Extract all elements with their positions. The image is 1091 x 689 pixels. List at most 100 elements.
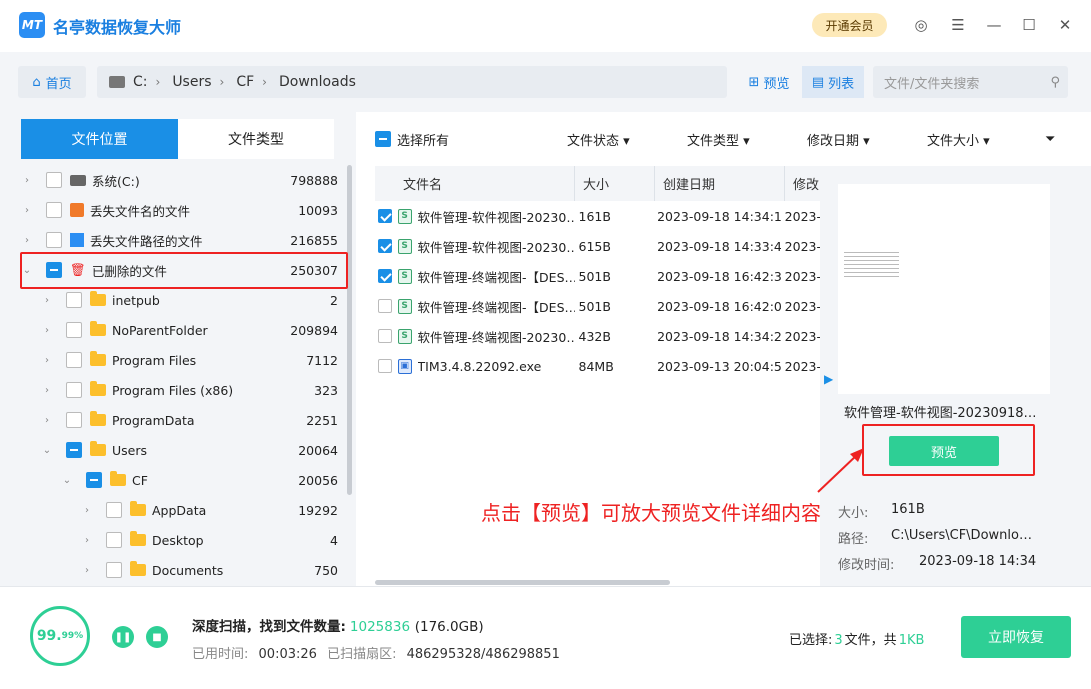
tree-item[interactable]: › 丢失文件路径的文件 216855 bbox=[20, 225, 350, 255]
select-all-label[interactable]: 选择所有 bbox=[397, 130, 449, 149]
tree-checkbox[interactable] bbox=[66, 412, 82, 428]
tree-checkbox[interactable] bbox=[66, 352, 82, 368]
tree-item[interactable]: › inetpub 2 bbox=[20, 285, 350, 315]
breadcrumb-item[interactable]: Downloads bbox=[279, 74, 356, 90]
maximize-icon[interactable]: ☐ bbox=[1018, 14, 1040, 36]
col-name[interactable]: 文件名 bbox=[375, 166, 575, 201]
preview-button[interactable]: 预览 bbox=[889, 436, 999, 466]
tree-item[interactable]: › AppData 19292 bbox=[20, 495, 350, 525]
breadcrumb[interactable]: C: › Users › CF › Downloads bbox=[97, 66, 727, 98]
tree-checkbox[interactable] bbox=[106, 502, 122, 518]
breadcrumb-item[interactable]: CF bbox=[236, 74, 254, 90]
tree-item-count: 10093 bbox=[298, 202, 338, 218]
row-checkbox[interactable] bbox=[378, 299, 392, 313]
tree-scrollbar[interactable] bbox=[347, 165, 352, 495]
folder-icon bbox=[130, 561, 146, 576]
chevron-right-icon[interactable]: › bbox=[80, 505, 94, 516]
chevron-down-icon[interactable]: ⌄ bbox=[40, 445, 54, 456]
funnel-icon[interactable]: ⏷ bbox=[1045, 132, 1055, 147]
chevron-right-icon[interactable]: › bbox=[80, 535, 94, 546]
tree-checkbox[interactable] bbox=[66, 382, 82, 398]
chevron-down-icon[interactable]: ⌄ bbox=[60, 475, 74, 486]
tree-checkbox[interactable] bbox=[86, 472, 102, 488]
filter-type[interactable]: 文件类型 ▾ bbox=[687, 130, 750, 149]
row-checkbox[interactable] bbox=[378, 209, 392, 223]
chevron-right-icon[interactable]: › bbox=[20, 205, 34, 216]
tree-checkbox[interactable] bbox=[46, 232, 62, 248]
col-modified[interactable]: 修改 bbox=[785, 166, 820, 201]
home-button[interactable]: ⌂ 首页 bbox=[18, 66, 86, 98]
chevron-right-icon[interactable]: › bbox=[20, 235, 34, 246]
table-row[interactable]: S 软件管理-软件视图-20230… 615B 2023-09-18 14:33… bbox=[375, 231, 820, 261]
support-icon[interactable]: ◎ bbox=[910, 14, 932, 36]
spreadsheet-icon: S bbox=[397, 328, 412, 344]
tree-item-label: Program Files bbox=[112, 352, 197, 368]
table-scrollbar[interactable] bbox=[375, 580, 670, 585]
col-size[interactable]: 大小 bbox=[575, 166, 655, 201]
tree-item[interactable]: › Program Files 7112 bbox=[20, 345, 350, 375]
select-all-checkbox[interactable] bbox=[375, 131, 391, 147]
chevron-right-icon[interactable]: › bbox=[40, 325, 54, 336]
file-created: 2023-09-13 20:04:50 bbox=[657, 358, 781, 374]
vip-button[interactable]: 开通会员 bbox=[812, 13, 887, 37]
close-icon[interactable]: ✕ bbox=[1054, 14, 1076, 36]
tree-checkbox[interactable] bbox=[106, 562, 122, 578]
pause-icon[interactable]: ❚❚ bbox=[112, 626, 134, 648]
tree-item-label: 丢失文件名的文件 bbox=[90, 203, 191, 219]
tree-checkbox[interactable] bbox=[66, 442, 82, 458]
chevron-right-icon[interactable]: › bbox=[20, 175, 34, 186]
breadcrumb-item[interactable]: C: bbox=[133, 74, 148, 90]
filter-date[interactable]: 修改日期 ▾ bbox=[807, 130, 870, 149]
table-row[interactable]: S 软件管理-软件视图-20230… 161B 2023-09-18 14:34… bbox=[375, 201, 820, 231]
breadcrumb-item[interactable]: Users bbox=[172, 74, 211, 90]
tab-file-location[interactable]: 文件位置 bbox=[21, 119, 178, 159]
search-input[interactable]: 文件/文件夹搜索 ⚲ bbox=[873, 66, 1068, 98]
chevron-right-icon[interactable]: › bbox=[40, 295, 54, 306]
list-view-button[interactable]: ▤ 列表 bbox=[802, 66, 864, 98]
minimize-icon[interactable]: — bbox=[983, 14, 1005, 36]
tree-checkbox[interactable] bbox=[66, 322, 82, 338]
tree-checkbox[interactable] bbox=[46, 202, 62, 218]
chevron-right-icon[interactable]: › bbox=[40, 355, 54, 366]
highlight-box bbox=[20, 252, 348, 289]
search-icon[interactable]: ⚲ bbox=[1050, 75, 1060, 90]
chevron-right-icon[interactable]: › bbox=[40, 415, 54, 426]
recover-button[interactable]: 立即恢复 bbox=[961, 616, 1071, 658]
row-checkbox[interactable] bbox=[378, 329, 392, 343]
tree-item-label: ProgramData bbox=[112, 412, 195, 428]
folder-icon bbox=[90, 321, 106, 336]
tab-file-type[interactable]: 文件类型 bbox=[178, 119, 334, 159]
tree-checkbox[interactable] bbox=[106, 532, 122, 548]
tree-item[interactable]: › NoParentFolder 209894 bbox=[20, 315, 350, 345]
filter-size[interactable]: 文件大小 ▾ bbox=[927, 130, 990, 149]
tree-item[interactable]: › ProgramData 2251 bbox=[20, 405, 350, 435]
tree-item-count: 7112 bbox=[306, 352, 338, 368]
tree-item[interactable]: › Program Files (x86) 323 bbox=[20, 375, 350, 405]
chevron-right-icon[interactable]: › bbox=[80, 565, 94, 576]
tree-checkbox[interactable] bbox=[46, 172, 62, 188]
preview-view-button[interactable]: ⊞ 预览 bbox=[738, 66, 800, 98]
tree-item[interactable]: ⌄ CF 20056 bbox=[20, 465, 350, 495]
row-checkbox[interactable] bbox=[378, 359, 392, 373]
chevron-right-icon[interactable]: › bbox=[40, 385, 54, 396]
table-row[interactable]: S 软件管理-终端视图-【DES… 501B 2023-09-18 16:42:… bbox=[375, 261, 820, 291]
table-row[interactable]: S 软件管理-终端视图-【DES… 501B 2023-09-18 16:42:… bbox=[375, 291, 820, 321]
row-checkbox[interactable] bbox=[378, 239, 392, 253]
tree-item[interactable]: › 系统(C:) 798888 bbox=[20, 165, 350, 195]
filter-status[interactable]: 文件状态 ▾ bbox=[567, 130, 630, 149]
path-value: C:\Users\CF\Downlo… bbox=[891, 528, 1032, 543]
tree-item[interactable]: › Desktop 4 bbox=[20, 525, 350, 555]
tree-checkbox[interactable] bbox=[66, 292, 82, 308]
table-row[interactable]: ▣ TIM3.4.8.22092.exe 84MB 2023-09-13 20:… bbox=[375, 351, 820, 381]
tree-item-label: Program Files (x86) bbox=[112, 382, 234, 398]
tree-item[interactable]: › 丢失文件名的文件 10093 bbox=[20, 195, 350, 225]
tree-item-count: 4 bbox=[330, 532, 338, 548]
tree-item[interactable]: › Documents 750 bbox=[20, 555, 350, 585]
stop-icon[interactable]: ■ bbox=[146, 626, 168, 648]
table-row[interactable]: S 软件管理-终端视图-20230… 432B 2023-09-18 14:34… bbox=[375, 321, 820, 351]
collapse-arrow-icon[interactable]: ▶ bbox=[824, 372, 833, 386]
col-created[interactable]: 创建日期 bbox=[655, 166, 785, 201]
tree-item[interactable]: ⌄ Users 20064 bbox=[20, 435, 350, 465]
menu-icon[interactable]: ☰ bbox=[947, 14, 969, 36]
row-checkbox[interactable] bbox=[378, 269, 392, 283]
